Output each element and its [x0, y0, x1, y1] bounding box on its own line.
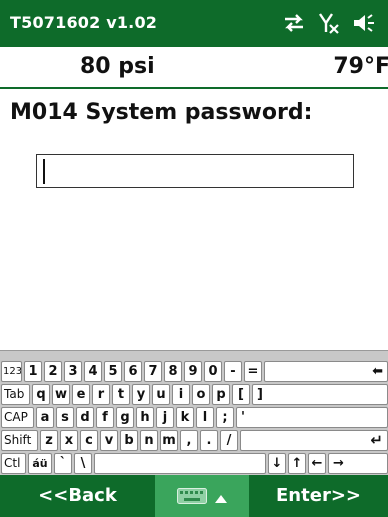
key-c[interactable]: c: [80, 430, 98, 451]
key-arrow-left[interactable]: ←: [308, 453, 326, 474]
no-signal-icon[interactable]: [318, 11, 340, 35]
key-period[interactable]: .: [200, 430, 218, 451]
key-9[interactable]: 9: [184, 361, 202, 382]
key-minus[interactable]: -: [224, 361, 242, 382]
key-space[interactable]: [94, 453, 266, 474]
key-0[interactable]: 0: [204, 361, 222, 382]
key-o[interactable]: o: [192, 384, 210, 405]
bottom-softkey-bar: <<Back Enter>>: [0, 475, 388, 517]
key-arrow-down[interactable]: ↓: [268, 453, 286, 474]
speaker-icon[interactable]: [352, 12, 376, 34]
app-version-title: T5071602 v1.02: [10, 13, 158, 32]
key-n[interactable]: n: [140, 430, 158, 451]
key-z[interactable]: z: [40, 430, 58, 451]
key-backslash[interactable]: \: [74, 453, 92, 474]
key-semicolon[interactable]: ;: [216, 407, 234, 428]
key-b[interactable]: b: [120, 430, 138, 451]
key-arrow-right[interactable]: →: [328, 453, 388, 474]
key-arrow-up[interactable]: ↑: [288, 453, 306, 474]
password-input[interactable]: [36, 154, 354, 188]
key-d[interactable]: d: [76, 407, 94, 428]
key-k[interactable]: k: [176, 407, 194, 428]
key-123[interactable]: 123: [1, 361, 22, 382]
key-l[interactable]: l: [196, 407, 214, 428]
temperature-readout: 79°F: [333, 54, 388, 79]
key-slash[interactable]: /: [220, 430, 238, 451]
key-m[interactable]: m: [160, 430, 178, 451]
key-e[interactable]: e: [72, 384, 90, 405]
key-enter[interactable]: ↵: [240, 430, 388, 451]
key-w[interactable]: w: [52, 384, 70, 405]
key-h[interactable]: h: [136, 407, 154, 428]
key-3[interactable]: 3: [64, 361, 82, 382]
key-f[interactable]: f: [96, 407, 114, 428]
sync-arrows-icon[interactable]: [282, 12, 306, 34]
key-accents[interactable]: áü: [28, 453, 52, 474]
key-v[interactable]: v: [100, 430, 118, 451]
status-bar: T5071602 v1.02: [0, 0, 388, 47]
key-u[interactable]: u: [152, 384, 170, 405]
key-shift[interactable]: Shift: [1, 430, 38, 451]
key-g[interactable]: g: [116, 407, 134, 428]
key-backspace[interactable]: ⬅: [264, 361, 388, 382]
soft-keyboard: 123 1 2 3 4 5 6 7 8 9 0 - = ⬅ Tab q w e …: [0, 350, 388, 476]
key-p[interactable]: p: [212, 384, 230, 405]
key-2[interactable]: 2: [44, 361, 62, 382]
key-5[interactable]: 5: [104, 361, 122, 382]
keyboard-toggle-button[interactable]: [155, 475, 249, 517]
enter-button[interactable]: Enter>>: [249, 475, 388, 517]
key-7[interactable]: 7: [144, 361, 162, 382]
key-backtick[interactable]: `: [54, 453, 72, 474]
key-bracket-right[interactable]: ]: [252, 384, 388, 405]
key-6[interactable]: 6: [124, 361, 142, 382]
key-bracket-left[interactable]: [: [232, 384, 250, 405]
key-equals[interactable]: =: [244, 361, 262, 382]
key-tab[interactable]: Tab: [1, 384, 30, 405]
text-caret: [43, 159, 45, 184]
key-ctrl[interactable]: Ctl: [1, 453, 26, 474]
key-t[interactable]: t: [112, 384, 130, 405]
key-4[interactable]: 4: [84, 361, 102, 382]
key-quote[interactable]: ': [236, 407, 388, 428]
key-q[interactable]: q: [32, 384, 50, 405]
key-8[interactable]: 8: [164, 361, 182, 382]
key-1[interactable]: 1: [24, 361, 42, 382]
key-comma[interactable]: ,: [180, 430, 198, 451]
key-s[interactable]: s: [56, 407, 74, 428]
back-button[interactable]: <<Back: [0, 475, 155, 517]
caret-up-icon: [215, 489, 227, 508]
keyboard-icon: [177, 488, 207, 508]
pressure-readout: 80 psi: [80, 54, 155, 79]
password-prompt: M014 System password:: [10, 100, 313, 125]
key-y[interactable]: y: [132, 384, 150, 405]
readings-bar: 80 psi 79°F: [0, 47, 388, 89]
key-x[interactable]: x: [60, 430, 78, 451]
key-j[interactable]: j: [156, 407, 174, 428]
key-r[interactable]: r: [92, 384, 110, 405]
key-i[interactable]: i: [172, 384, 190, 405]
status-icons: [282, 10, 376, 36]
key-a[interactable]: a: [36, 407, 54, 428]
key-caps-lock[interactable]: CAP: [1, 407, 34, 428]
